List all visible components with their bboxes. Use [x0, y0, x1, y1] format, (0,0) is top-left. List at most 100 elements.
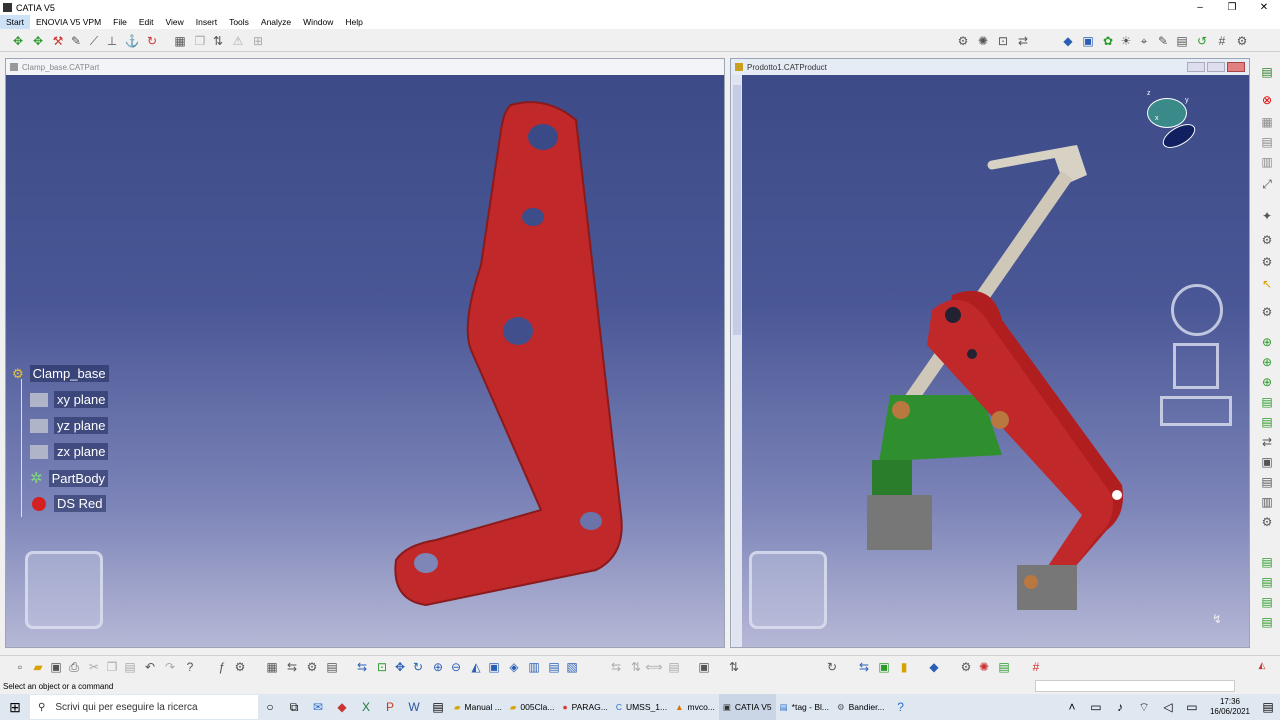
task-parag[interactable]: ● PARAG... [558, 694, 611, 720]
explode-icon[interactable]: ✺ [975, 33, 991, 49]
help-icon[interactable]: ? [889, 700, 913, 714]
tool-icon[interactable]: ⇆ [856, 659, 872, 675]
tool-icon[interactable]: ▤ [996, 659, 1012, 675]
fit-icon[interactable]: ⊡ [995, 33, 1011, 49]
move-component-icon[interactable]: ⤢ [1259, 176, 1275, 192]
snap-icon[interactable]: ⚒ [50, 33, 66, 49]
reorder-icon[interactable]: ⇅ [210, 33, 226, 49]
help-pointer-icon[interactable]: ? [182, 659, 198, 675]
task-mvco[interactable]: ▲ mvco... [671, 694, 719, 720]
app-icon[interactable]: ◆ [330, 700, 354, 714]
product-viewport[interactable]: z y x ↯ [742, 75, 1249, 647]
copy-icon[interactable]: ❐ [104, 659, 120, 675]
paste-icon[interactable]: ▤ [122, 659, 138, 675]
tool-icon[interactable]: ⊕ [1259, 354, 1275, 370]
refresh-icon[interactable]: ↺ [1194, 33, 1210, 49]
notifications-icon[interactable]: ▤ [1256, 700, 1280, 714]
swap-visible-icon[interactable]: ▧ [564, 659, 580, 675]
tool-icon[interactable]: ▤ [1259, 574, 1275, 590]
tool-icon[interactable]: ⇅ [726, 659, 742, 675]
3d-compass-widget[interactable] [25, 551, 103, 629]
tool-icon[interactable]: ▤ [324, 659, 340, 675]
menu-analyze[interactable]: Analyze [255, 15, 297, 29]
tool-icon[interactable]: ▤ [1259, 394, 1275, 410]
tool-icon[interactable]: ▤ [1259, 554, 1275, 570]
grid-icon[interactable]: # [1214, 33, 1230, 49]
menu-enovia[interactable]: ENOVIA V5 VPM [30, 15, 107, 29]
taskbar-search[interactable]: ⚲ Scrivi qui per eseguire la ricerca [30, 695, 258, 719]
multi-view-icon[interactable]: ▣ [486, 659, 502, 675]
tool-icon[interactable]: ⚙ [1259, 232, 1275, 248]
tool-icon[interactable]: ▤ [666, 659, 682, 675]
tool-icon[interactable]: ✦ [1259, 208, 1275, 224]
clash-icon[interactable]: ⚠ [230, 33, 246, 49]
save-icon[interactable]: ▣ [48, 659, 64, 675]
app-icon[interactable]: ▤ [426, 700, 450, 714]
cube-icon[interactable]: ▣ [1080, 33, 1096, 49]
tool-icon[interactable]: ▤ [1259, 594, 1275, 610]
task-tag[interactable]: ▤ *tag - Bl... [776, 694, 833, 720]
close-button[interactable]: ✕ [1248, 0, 1280, 15]
tool-icon[interactable]: ⇆ [284, 659, 300, 675]
pan-icon[interactable]: ✥ [392, 659, 408, 675]
task-catia[interactable]: ▣ CATIA V5 [718, 694, 776, 720]
pointer-icon[interactable]: ↖ [1259, 276, 1275, 292]
material-icon[interactable]: ✿ [1100, 33, 1116, 49]
menu-help[interactable]: Help [339, 15, 368, 29]
print-icon[interactable]: ⎙ [66, 659, 82, 675]
tree-item-xy-plane[interactable]: xy plane [30, 391, 109, 408]
microphone-icon[interactable]: ♪ [1108, 700, 1132, 714]
render-icon[interactable]: ◆ [1060, 33, 1076, 49]
chevron-up-icon[interactable]: ˄ [1060, 700, 1084, 714]
tool-icon[interactable]: ⊕ [1259, 334, 1275, 350]
product-structure-icon[interactable]: ▤ [1259, 64, 1275, 80]
move-icon[interactable]: ✥ [30, 33, 46, 49]
lock-icon[interactable]: ▮ [896, 659, 912, 675]
menu-edit[interactable]: Edit [133, 15, 160, 29]
part-viewport[interactable]: ⚙ Clamp_base xy plane yz plane zx plane … [6, 75, 724, 647]
constraint-icon[interactable]: ⊥ [104, 33, 120, 49]
window-minimize-icon[interactable] [1187, 62, 1205, 72]
knowledge-icon[interactable]: ⚙ [232, 659, 248, 675]
network-icon[interactable]: ⌔ [1132, 700, 1156, 715]
task-umss[interactable]: C UMSS_1... [612, 694, 671, 720]
task-manual[interactable]: ▰ Manual ... [450, 694, 506, 720]
tool-icon[interactable]: ▥ [1259, 154, 1275, 170]
3d-compass-widget[interactable] [749, 551, 827, 629]
task-bandier[interactable]: ⚙ Bandier... [833, 694, 889, 720]
tree-root[interactable]: ⚙ Clamp_base [12, 365, 109, 382]
compass-axis-widget[interactable]: z y x [1137, 90, 1207, 163]
task-view-icon[interactable]: ⧉ [282, 700, 306, 715]
tool-icon[interactable]: ▣ [876, 659, 892, 675]
rotate-circle-widget[interactable] [1171, 284, 1223, 336]
copy-icon[interactable]: ❐ [192, 33, 208, 49]
measure-icon[interactable]: ✎ [68, 33, 84, 49]
powerpoint-icon[interactable]: P [378, 700, 402, 714]
menu-window[interactable]: Window [297, 15, 339, 29]
tool-icon[interactable]: ⇅ [628, 659, 644, 675]
tool-icon[interactable]: ⟺ [645, 659, 662, 675]
tool-icon[interactable]: ▤ [1259, 614, 1275, 630]
tool-icon[interactable]: ⚙ [958, 659, 974, 675]
clock[interactable]: 17:36 16/06/2021 [1204, 697, 1256, 717]
zoom-in-icon[interactable]: ⊕ [430, 659, 446, 675]
open-folder-icon[interactable]: ▰ [30, 659, 46, 675]
zoom-square-widget[interactable] [1173, 343, 1219, 389]
tree-item-ds-red[interactable]: DS Red [30, 495, 106, 512]
fix-icon[interactable]: ⚓ [124, 33, 140, 49]
window-restore-icon[interactable] [1207, 62, 1225, 72]
table-icon[interactable]: ▤ [1174, 33, 1190, 49]
formula-icon[interactable]: ƒ [214, 659, 230, 675]
cut-icon[interactable]: ✂ [86, 659, 102, 675]
volume-icon[interactable]: ◁ [1156, 700, 1180, 714]
command-input[interactable] [1035, 680, 1235, 692]
swap-icon[interactable]: ⇄ [1015, 33, 1031, 49]
product-window[interactable]: Prodotto1.CATProduct z y x ↯ [730, 58, 1250, 648]
compass-tool-icon[interactable]: ⟋ [86, 33, 102, 49]
light-icon[interactable]: ☀ [1118, 33, 1134, 49]
tool-icon[interactable]: ▤ [1259, 134, 1275, 150]
tool-icon[interactable]: ▣ [1259, 454, 1275, 470]
minimize-button[interactable]: – [1184, 0, 1216, 15]
part-window[interactable]: Clamp_base.CATPart ⚙ Clamp_base xy plane… [5, 58, 725, 648]
menu-start[interactable]: Start [0, 15, 30, 29]
